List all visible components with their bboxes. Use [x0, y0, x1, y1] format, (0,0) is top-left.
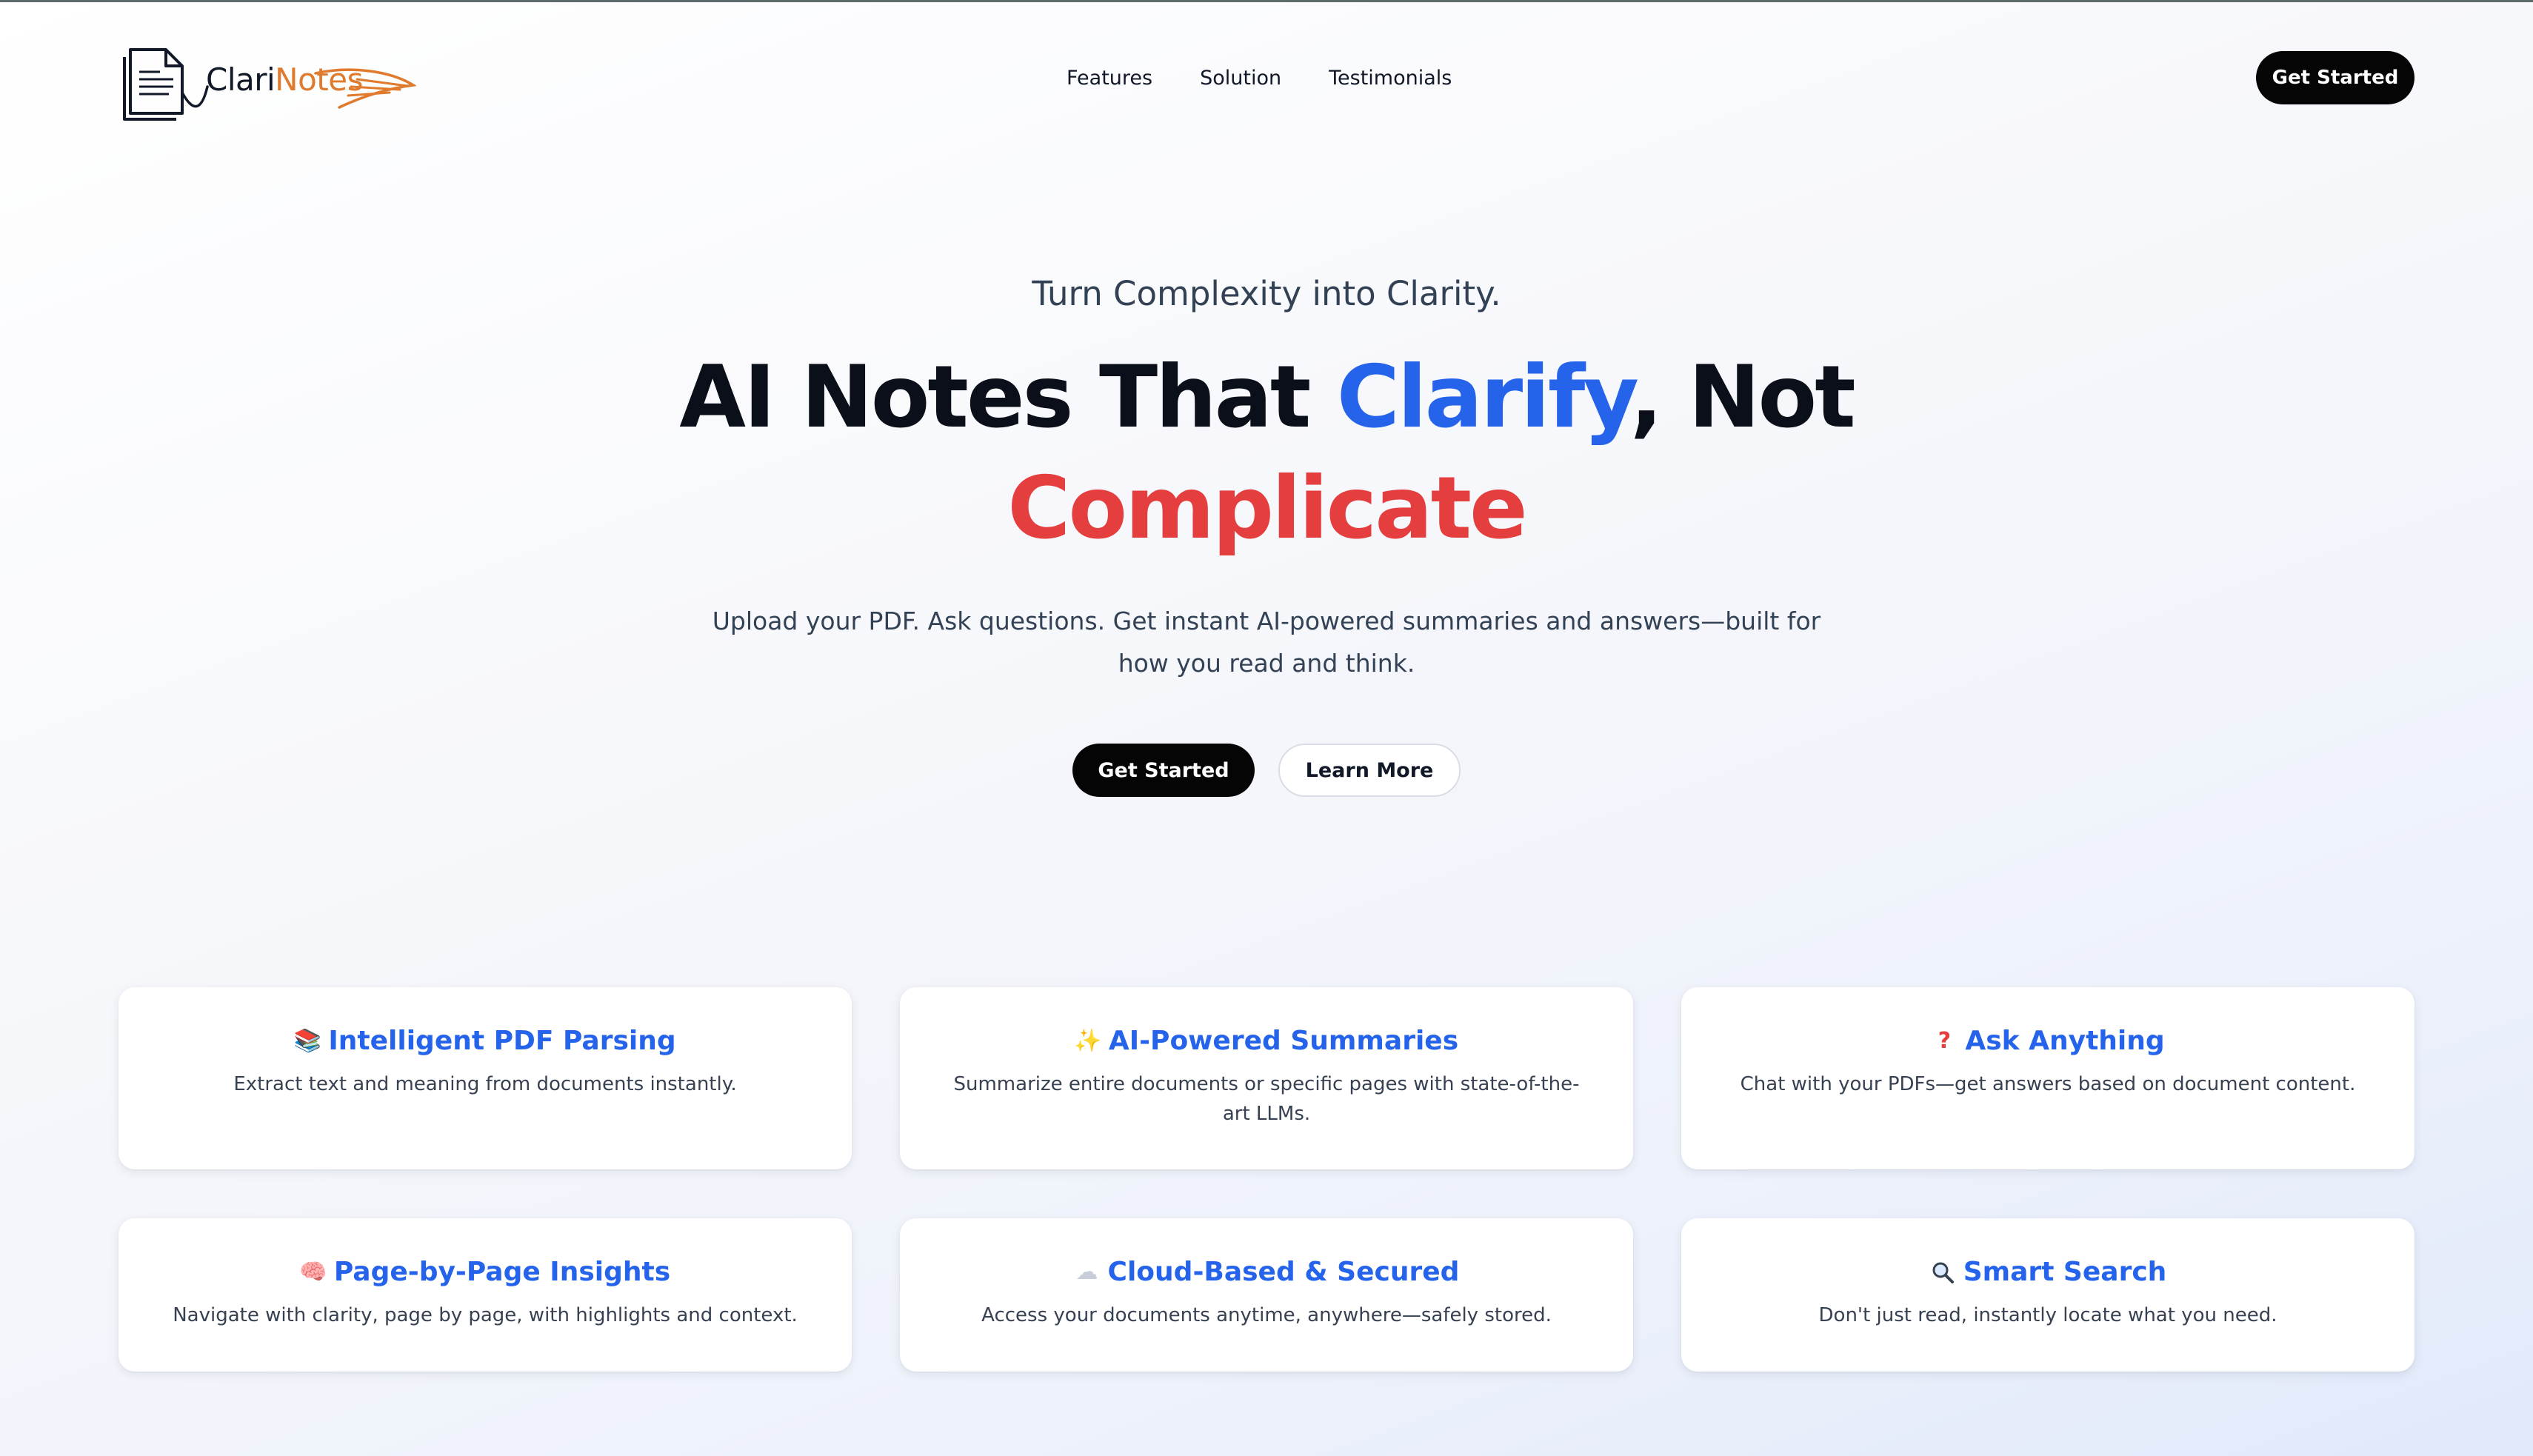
feature-card-title: ☁ Cloud-Based & Secured: [944, 1257, 1589, 1287]
feature-card-description: Chat with your PDFs—get answers based on…: [1740, 1073, 2356, 1095]
feature-title-text: AI-Powered Summaries: [1108, 1026, 1459, 1056]
nav-link-features[interactable]: Features: [1067, 67, 1152, 90]
headline-part2: , Not: [1630, 347, 1856, 447]
logo-text-clari: Clari: [206, 61, 276, 98]
hero-get-started-button[interactable]: Get Started: [1072, 744, 1255, 797]
headline-highlight-complicate: Complicate: [1007, 458, 1527, 558]
feature-title-text: Page-by-Page Insights: [333, 1257, 671, 1287]
hero-headline: AI Notes That Clarify, Not Complicate: [0, 342, 2533, 564]
feature-card: ? Ask Anything Chat with your PDFs—get a…: [1681, 987, 2414, 1169]
window-top-border: [0, 0, 2533, 2]
feature-card-title: 📚 Intelligent PDF Parsing: [163, 1026, 807, 1056]
headline-part1: AI Notes That: [679, 347, 1337, 447]
feature-title-text: Cloud-Based & Secured: [1107, 1257, 1460, 1287]
brain-icon: 🧠: [299, 1258, 327, 1285]
sparkles-icon: ✨: [1074, 1027, 1102, 1054]
clarinotes-logo[interactable]: ClariNotes: [119, 41, 416, 122]
feature-card-description: Extract text and meaning from documents …: [233, 1073, 737, 1095]
magnifying-glass-icon: [1929, 1259, 1956, 1286]
nav-link-solution[interactable]: Solution: [1200, 67, 1281, 90]
header-get-started-button[interactable]: Get Started: [2256, 51, 2414, 104]
feature-card-description: Summarize entire documents or specific p…: [953, 1073, 1580, 1125]
feature-card: ✨ AI-Powered Summaries Summarize entire …: [900, 987, 1633, 1169]
feature-title-text: Intelligent PDF Parsing: [328, 1026, 676, 1056]
cloud-icon: ☁: [1075, 1258, 1098, 1285]
feature-card-title: ✨ AI-Powered Summaries: [944, 1026, 1589, 1056]
feature-card: ☁ Cloud-Based & Secured Access your docu…: [900, 1218, 1633, 1372]
feature-title-text: Ask Anything: [1965, 1026, 2165, 1056]
main-nav: Features Solution Testimonials: [1067, 59, 1452, 96]
books-icon: 📚: [293, 1027, 322, 1054]
feature-title-text: Smart Search: [1963, 1257, 2167, 1287]
question-mark-icon: ?: [1938, 1027, 1952, 1054]
document-logo-icon: [123, 48, 209, 121]
speed-swoosh-icon: [314, 68, 416, 109]
feature-card-title: 🧠 Page-by-Page Insights: [163, 1257, 807, 1287]
feature-card-description: Navigate with clarity, page by page, wit…: [173, 1304, 798, 1326]
feature-card: 🧠 Page-by-Page Insights Navigate with cl…: [119, 1218, 852, 1372]
headline-highlight-clarify: Clarify: [1336, 347, 1632, 447]
feature-card: Smart Search Don't just read, instantly …: [1681, 1218, 2414, 1372]
feature-card: 📚 Intelligent PDF Parsing Extract text a…: [119, 987, 852, 1169]
hero-actions: Get Started Learn More: [0, 744, 2533, 797]
hero-tagline: Turn Complexity into Clarity.: [1032, 274, 1501, 313]
hero-subtext: Upload your PDF. Ask questions. Get inst…: [712, 607, 1821, 678]
feature-card-description: Don't just read, instantly locate what y…: [1818, 1304, 2277, 1326]
learn-more-button[interactable]: Learn More: [1278, 744, 1461, 797]
nav-link-testimonials[interactable]: Testimonials: [1329, 67, 1452, 90]
feature-card-title: Smart Search: [1726, 1257, 2370, 1287]
feature-card-title: ? Ask Anything: [1726, 1026, 2370, 1056]
feature-card-description: Access your documents anytime, anywhere—…: [981, 1304, 1552, 1326]
